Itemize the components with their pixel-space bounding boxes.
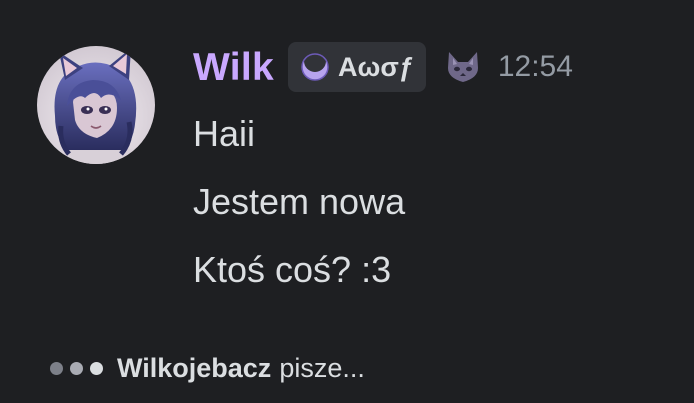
clan-tag[interactable]: Αωσƒ — [288, 42, 426, 92]
typing-indicator: Wilkojebacz pisze... — [50, 348, 365, 388]
message-line: Haii — [193, 113, 256, 154]
wolf-face-icon[interactable] — [444, 50, 482, 84]
timestamp[interactable]: 12:54 — [498, 52, 573, 82]
avatar[interactable] — [37, 46, 155, 164]
message-content: Haii Jestem nowa Ktoś coś? :3 — [193, 104, 405, 308]
avatar-image — [37, 46, 155, 164]
typing-username: Wilkojebacz — [117, 352, 272, 383]
clan-tag-label: Αωσƒ — [338, 51, 414, 82]
typing-dots-icon — [50, 361, 103, 375]
message-line: Ktoś coś? :3 — [193, 249, 392, 290]
chat-message: Wilk Αωσƒ 12:54 Haii Jestem nowa Ktoś co… — [0, 0, 694, 320]
crescent-moon-icon — [301, 50, 329, 81]
username[interactable]: Wilk — [193, 48, 274, 87]
message-header: Wilk Αωσƒ 12:54 — [193, 40, 573, 94]
message-line: Jestem nowa — [193, 181, 406, 222]
typing-label: pisze... — [279, 352, 365, 383]
